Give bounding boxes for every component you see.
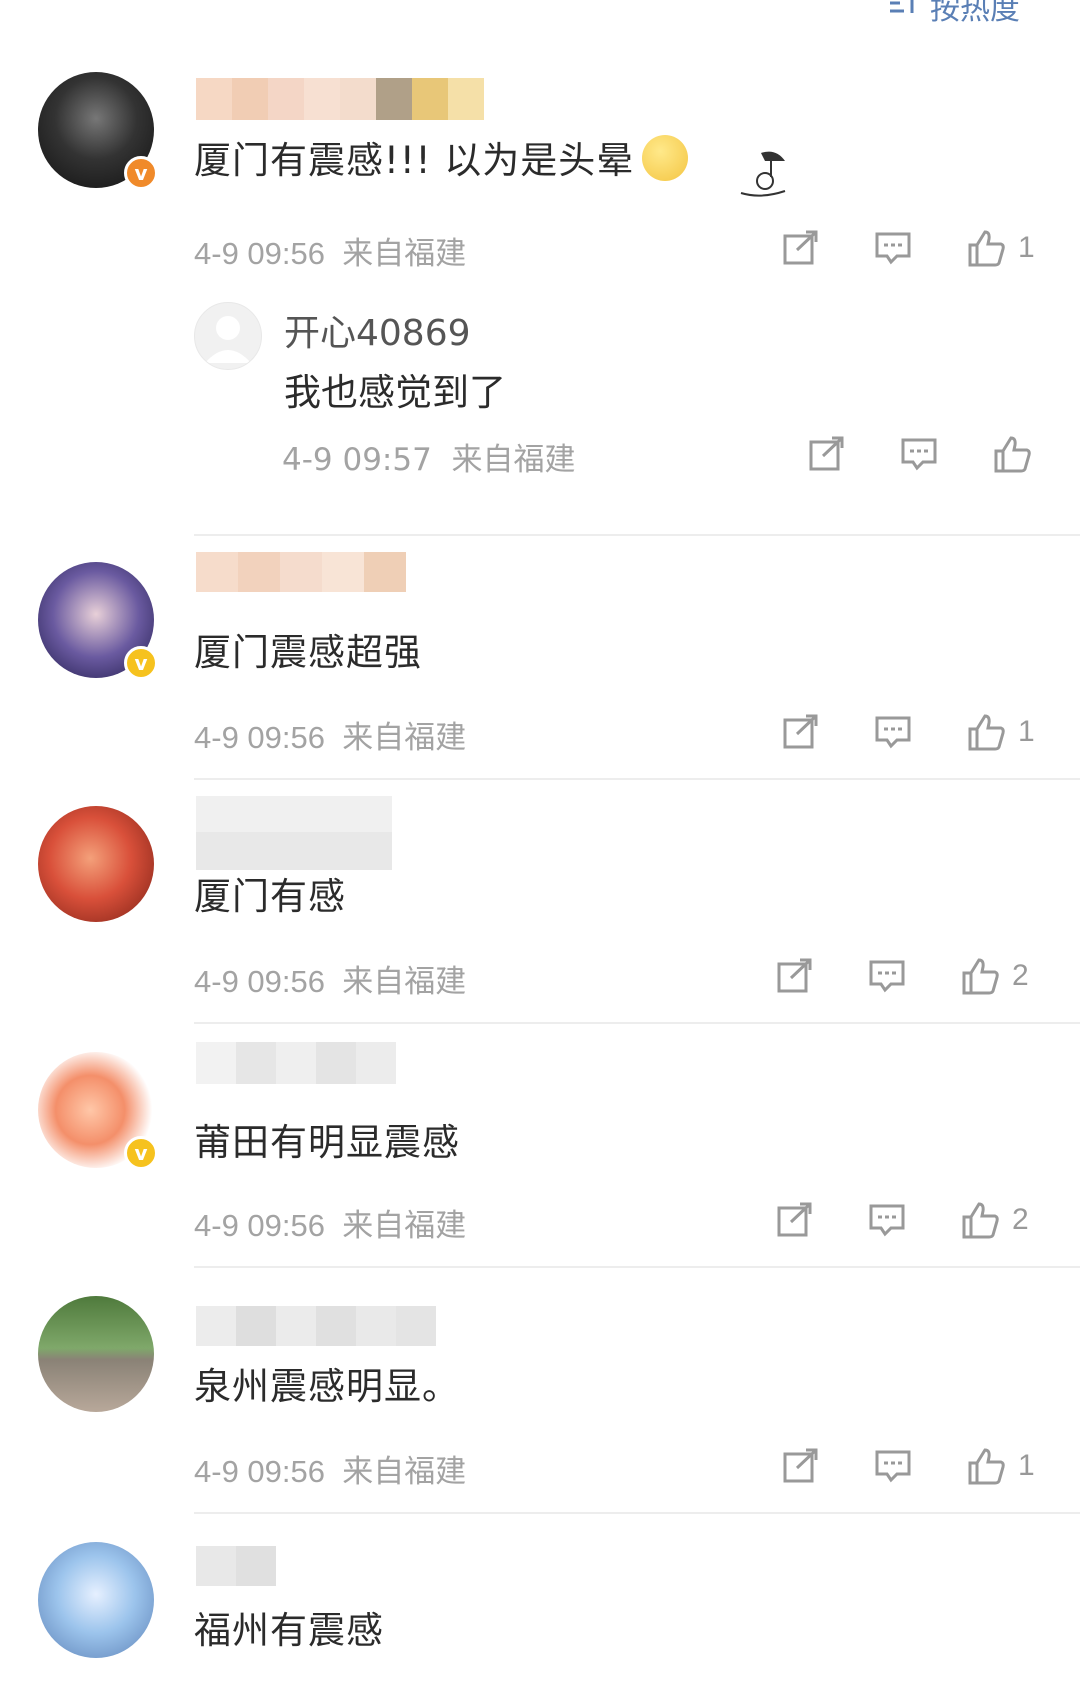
sort-icon: [888, 0, 922, 25]
like-count: 1: [1018, 231, 1035, 264]
divider: [194, 1512, 1080, 1514]
comment-icon: [869, 960, 905, 993]
comment-text: 厦门有感: [194, 875, 346, 918]
reply-username[interactable]: 开心40869: [284, 304, 471, 356]
like-button[interactable]: [964, 1444, 1008, 1488]
like-button[interactable]: [958, 1198, 1002, 1242]
like-button[interactable]: [964, 710, 1008, 754]
share-icon: [777, 1202, 812, 1237]
share-button[interactable]: [778, 226, 822, 270]
comment-icon: [875, 232, 911, 265]
comment-text: 厦门有震感!!! 以为是头晕: [194, 130, 801, 203]
username-redacted[interactable]: [196, 1042, 396, 1084]
like-button[interactable]: [964, 226, 1008, 270]
comment-icon: [875, 716, 911, 749]
comment-actions: 2: [772, 1198, 1029, 1242]
reply-button[interactable]: [871, 226, 915, 270]
avatar[interactable]: [38, 806, 154, 922]
share-button[interactable]: [778, 710, 822, 754]
avatar[interactable]: [38, 1296, 154, 1412]
like-count: 2: [1012, 959, 1029, 992]
divider: [194, 534, 1080, 536]
share-icon: [777, 958, 812, 993]
comment-actions: 1: [778, 710, 1035, 754]
like-button[interactable]: [990, 432, 1034, 476]
comment-icon: [869, 1204, 905, 1237]
avatar[interactable]: v: [38, 72, 158, 190]
comment-text: 福州有震感: [194, 1609, 384, 1652]
reply-button[interactable]: [871, 710, 915, 754]
comment-actions: 1: [778, 1444, 1035, 1488]
thumbs-up-icon: [994, 436, 1031, 473]
sort-by-hot-button[interactable]: 按热度: [888, 0, 1020, 27]
share-button[interactable]: [778, 1444, 822, 1488]
like-count: 1: [1018, 1449, 1035, 1482]
comment-actions: 2: [772, 954, 1029, 998]
dizzy-emoji-icon: [642, 135, 689, 181]
comment-icon: [901, 438, 937, 471]
sort-label: 按热度: [930, 0, 1020, 27]
divider: [194, 778, 1080, 780]
thumbs-up-icon: [962, 1202, 999, 1239]
umbrella-sticker-icon: [740, 151, 786, 197]
like-count: 1: [1018, 715, 1035, 748]
like-count: 2: [1012, 1203, 1029, 1236]
comment-meta: 4-9 09:56 来自福建: [194, 964, 467, 999]
divider: [194, 1022, 1080, 1024]
share-button[interactable]: [772, 1198, 816, 1242]
username-redacted[interactable]: [196, 78, 484, 120]
comment-icon: [875, 1450, 911, 1483]
verified-badge-icon: v: [124, 646, 158, 680]
reply-button[interactable]: [897, 432, 941, 476]
username-redacted[interactable]: [196, 552, 406, 592]
share-button[interactable]: [804, 432, 848, 476]
verified-badge-icon: v: [124, 156, 158, 190]
thumbs-up-icon: [968, 230, 1005, 267]
thumbs-up-icon: [968, 1448, 1005, 1485]
comment-actions: 1: [778, 226, 1035, 270]
default-avatar-icon: [205, 316, 251, 363]
comment-text: 泉州震感明显。: [194, 1365, 460, 1408]
share-icon: [809, 436, 844, 471]
comment-meta: 4-9 09:56 来自福建: [194, 720, 467, 755]
avatar[interactable]: v: [38, 1052, 158, 1170]
avatar[interactable]: [38, 1542, 154, 1658]
avatar[interactable]: v: [38, 562, 158, 680]
share-icon: [783, 230, 818, 265]
reply-button[interactable]: [871, 1444, 915, 1488]
reply-actions: [804, 432, 1034, 476]
comment-text: 厦门震感超强: [194, 631, 422, 674]
reply-text: 我也感觉到了: [284, 371, 506, 414]
username-redacted[interactable]: [196, 1546, 276, 1586]
username-redacted[interactable]: [196, 796, 392, 870]
reply-meta: 4-9 09:57 来自福建: [282, 442, 576, 478]
username-redacted[interactable]: [196, 1306, 436, 1346]
comment-meta: 4-9 09:56 来自福建: [194, 1208, 467, 1243]
comment-meta: 4-9 09:56 来自福建: [194, 236, 467, 271]
comment-meta: 4-9 09:56 来自福建: [194, 1454, 467, 1489]
share-icon: [783, 1448, 818, 1483]
comment-text: 莆田有明显震感: [194, 1121, 460, 1164]
thumbs-up-icon: [968, 714, 1005, 751]
share-icon: [783, 714, 818, 749]
verified-badge-icon: v: [124, 1136, 158, 1170]
reply-avatar[interactable]: [194, 302, 262, 370]
share-button[interactable]: [772, 954, 816, 998]
reply-button[interactable]: [865, 954, 909, 998]
like-button[interactable]: [958, 954, 1002, 998]
reply-button[interactable]: [865, 1198, 909, 1242]
thumbs-up-icon: [962, 958, 999, 995]
divider: [194, 1266, 1080, 1268]
